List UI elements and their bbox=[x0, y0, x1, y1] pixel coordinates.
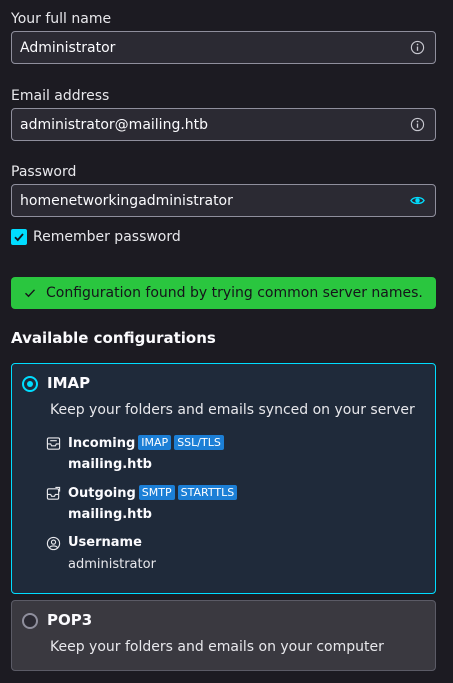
username-value: administrator bbox=[68, 557, 156, 572]
outgoing-host: mailing.htb bbox=[68, 507, 152, 522]
outgoing-security-badge: STARTTLS bbox=[177, 485, 238, 500]
username-label: Username bbox=[68, 535, 142, 550]
info-icon[interactable] bbox=[410, 117, 425, 132]
email-field[interactable] bbox=[11, 108, 436, 141]
imap-config-option[interactable]: IMAP Keep your folders and emails synced… bbox=[11, 363, 436, 594]
eye-icon[interactable] bbox=[410, 193, 425, 208]
full-name-field[interactable] bbox=[11, 31, 436, 64]
imap-title: IMAP bbox=[47, 374, 91, 392]
pop3-config-option[interactable]: POP3 Keep your folders and emails on you… bbox=[11, 600, 436, 671]
full-name-input[interactable] bbox=[12, 32, 435, 63]
remember-password-row[interactable]: Remember password bbox=[11, 228, 181, 246]
password-field[interactable] bbox=[11, 184, 436, 217]
info-icon[interactable] bbox=[410, 40, 425, 55]
remember-password-checkbox[interactable] bbox=[11, 229, 27, 245]
outgoing-protocol-badge: SMTP bbox=[138, 485, 175, 500]
imap-radio[interactable] bbox=[22, 376, 38, 392]
full-name-label: Your full name bbox=[11, 11, 112, 27]
user-icon bbox=[46, 536, 61, 551]
imap-description: Keep your folders and emails synced on y… bbox=[50, 402, 415, 418]
config-found-text: Configuration found by trying common ser… bbox=[46, 285, 423, 301]
inbox-icon bbox=[46, 437, 61, 450]
email-input[interactable] bbox=[12, 109, 435, 140]
incoming-security-badge: SSL/TLS bbox=[174, 435, 224, 450]
incoming-protocol-badge: IMAP bbox=[138, 435, 172, 450]
remember-password-label: Remember password bbox=[33, 229, 181, 245]
email-label: Email address bbox=[11, 88, 110, 104]
pop3-title: POP3 bbox=[47, 611, 93, 629]
incoming-label: Incoming IMAP SSL/TLS bbox=[68, 435, 224, 451]
pop3-radio[interactable] bbox=[22, 613, 38, 629]
outgoing-label: Outgoing SMTP STARTTLS bbox=[68, 485, 238, 501]
password-input[interactable] bbox=[12, 185, 435, 216]
password-label: Password bbox=[11, 164, 77, 180]
checkmark-icon bbox=[25, 289, 36, 298]
incoming-host: mailing.htb bbox=[68, 457, 152, 472]
available-configurations-heading: Available configurations bbox=[11, 329, 216, 347]
outbox-icon bbox=[46, 486, 61, 500]
pop3-description: Keep your folders and emails on your com… bbox=[50, 639, 384, 655]
config-found-banner: Configuration found by trying common ser… bbox=[11, 277, 436, 309]
checkmark-icon bbox=[14, 233, 24, 242]
